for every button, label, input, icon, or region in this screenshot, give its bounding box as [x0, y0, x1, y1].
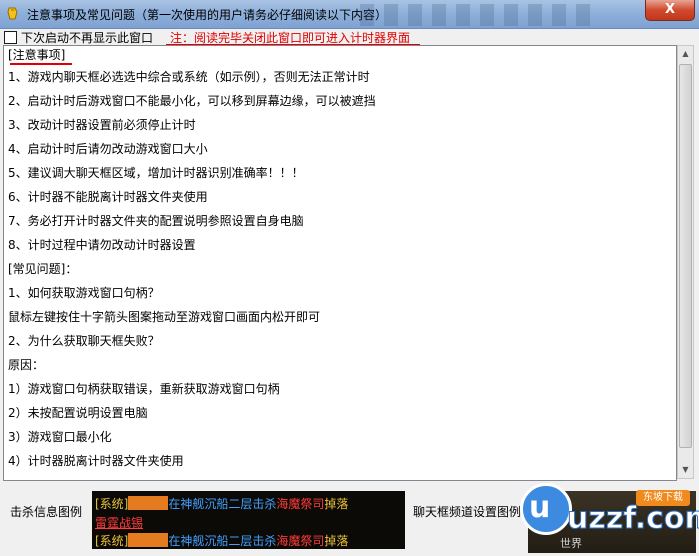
title-bar: 注意事项及常见问题（第一次使用的用户请务必仔细阅读以下内容） X: [0, 0, 699, 29]
world-channel-tab: 世界: [560, 537, 582, 550]
dont-show-label[interactable]: 下次启动不再显示此窗口: [21, 29, 153, 46]
notes-line: 8、计时过程中请勿改动计时器设置: [8, 238, 196, 252]
notes-line: 3、改动计时器设置前必须停止计时: [8, 118, 196, 132]
scroll-up-icon[interactable]: ▲: [678, 46, 693, 62]
vertical-scrollbar[interactable]: ▲ ▼: [677, 45, 694, 479]
redacted-name: [128, 496, 169, 510]
watermark-badge: 东坡下载: [636, 490, 690, 506]
notes-textarea[interactable]: [注意事项] 1、游戏内聊天框必选选中综合或系统（如示例），否则无法正常计时 2…: [3, 45, 677, 481]
notes-line: [常见问题]：: [8, 262, 78, 276]
background-window: [360, 4, 600, 26]
notes-line: 原因：: [8, 358, 45, 372]
notes-line: 2、启动计时后游戏窗口不能最小化，可以移到屏幕边缘，可以被遮挡: [8, 94, 376, 108]
notes-line: 4）计时器脱离计时器文件夹使用: [8, 454, 184, 468]
notes-line: 4、启动计时后请勿改动游戏窗口大小: [8, 142, 208, 156]
notes-line: 7、务必打开计时器文件夹的配置说明参照设置自身电脑: [8, 214, 304, 228]
notes-line: 1、游戏内聊天框必选选中综合或系统（如示例），否则无法正常计时: [8, 70, 370, 84]
scroll-thumb[interactable]: [679, 64, 692, 448]
window-title: 注意事项及常见问题（第一次使用的用户请务必仔细阅读以下内容）: [27, 8, 388, 22]
notes-line: 2）未按配置说明设置电脑: [8, 406, 148, 420]
redacted-name: [128, 533, 169, 547]
notes-line: 5、建议调大聊天框区域，增加计时器识别准确率！！！: [8, 166, 304, 180]
dont-show-checkbox[interactable]: [4, 31, 17, 44]
chat-channel-label: 聊天框频道设置图例: [413, 505, 522, 519]
heading-underline: [10, 63, 72, 65]
game-item-link: 雷霆战锡: [95, 516, 144, 530]
watermark-brand: uzzf.com: [567, 501, 699, 537]
app-icon: [7, 7, 18, 20]
notes-line: 1、如何获取游戏窗口句柄？: [8, 286, 160, 300]
close-button[interactable]: X: [645, 0, 695, 21]
notes-line: 3）游戏窗口最小化: [8, 430, 112, 444]
watermark-u: u: [529, 490, 551, 525]
game-message-line: [系统] 在神舰沉船二层击杀海魔祭司掉落: [95, 496, 349, 511]
notes-line: [注意事项]: [8, 48, 66, 62]
kill-info-label: 击杀信息图例: [10, 505, 83, 519]
game-message-line: [系统] 在神舰沉船二层击杀海魔祭司掉落: [95, 533, 349, 548]
notes-line: 1）游戏窗口句柄获取错误，重新获取游戏窗口句柄: [8, 382, 280, 396]
notes-line: 6、计时器不能脱离计时器文件夹使用: [8, 190, 208, 204]
notes-line: 鼠标左键按住十字箭头图案拖动至游戏窗口画面内松开即可: [8, 310, 321, 324]
scroll-down-icon[interactable]: ▼: [678, 462, 693, 478]
kill-info-example-image: [系统] 在神舰沉船二层击杀海魔祭司掉落 雷霆战锡 [系统] 在神舰沉船二层击杀海魔…: [92, 491, 405, 549]
notes-line: 2、为什么获取聊天框失败？: [8, 334, 160, 348]
